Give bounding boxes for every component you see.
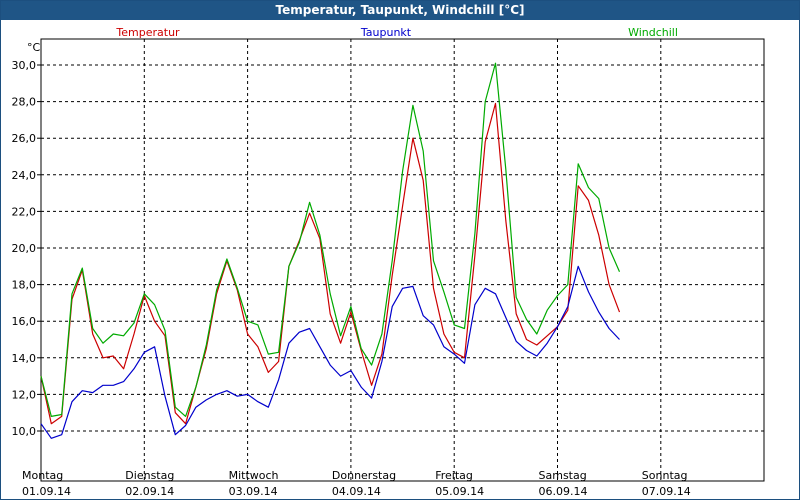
y-axis: 10,0 12,0 14,0 16,0 18,0 20,0 22,0 24,0 26,0 28,0… — [12, 41, 41, 438]
x-day-label: Sonntag — [642, 469, 688, 482]
y-tick-label: 28,0 — [12, 96, 37, 109]
x-day-label: Montag — [22, 469, 63, 482]
window-title: Temperatur, Taupunkt, Windchill [°C] — [1, 1, 799, 20]
x-day-label: Samstag — [539, 469, 587, 482]
y-axis-unit: °C — [27, 41, 41, 54]
y-tick-label: 30,0 — [12, 59, 37, 72]
x-day-label: Dienstag — [125, 469, 174, 482]
x-date-label: 02.09.14 — [125, 485, 174, 498]
legend-item-windchill: Windchill — [628, 26, 678, 39]
plot-area — [40, 38, 765, 482]
x-date-label: 06.09.14 — [539, 485, 588, 498]
x-date-label: 01.09.14 — [22, 485, 71, 498]
y-tick-label: 16,0 — [12, 315, 37, 328]
x-date-label: 07.09.14 — [642, 485, 691, 498]
x-date-label: 05.09.14 — [435, 485, 484, 498]
legend-item-taupunkt: Taupunkt — [360, 26, 412, 39]
y-tick-label: 18,0 — [12, 279, 37, 292]
x-date-label: 04.09.14 — [332, 485, 381, 498]
legend-item-temperatur: Temperatur — [115, 26, 180, 39]
chart-svg: 10,0 12,0 14,0 16,0 18,0 20,0 22,0 24,0 26,0 28,0… — [12, 26, 765, 498]
y-tick-label: 24,0 — [12, 169, 37, 182]
x-day-label: Freitag — [435, 469, 473, 482]
y-tick-label: 20,0 — [12, 242, 37, 255]
x-date-label: 03.09.14 — [229, 485, 278, 498]
y-tick-label: 14,0 — [12, 352, 37, 365]
chart-window: Temperatur, Taupunkt, Windchill [°C] 10,… — [0, 0, 800, 500]
y-tick-label: 26,0 — [12, 132, 37, 145]
y-tick-label: 22,0 — [12, 205, 37, 218]
y-tick-label: 12,0 — [12, 388, 37, 401]
x-day-label: Donnerstag — [332, 469, 396, 482]
y-tick-label: 10,0 — [12, 425, 37, 438]
x-day-label: Mittwoch — [229, 469, 279, 482]
legend: Temperatur Taupunkt Windchill — [115, 26, 678, 39]
